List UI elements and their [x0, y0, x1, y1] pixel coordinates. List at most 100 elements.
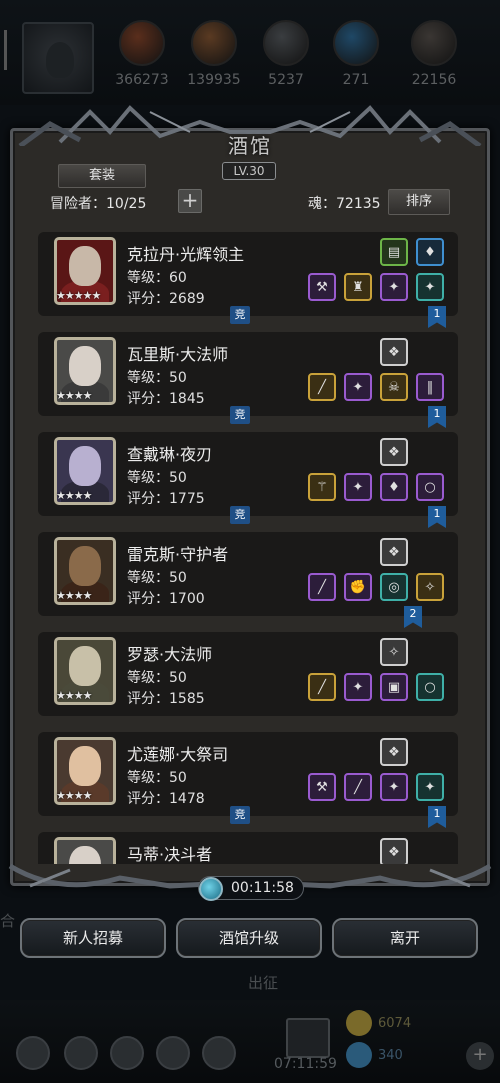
hero-name: 雷克斯·守护者 — [127, 545, 229, 564]
count-ribbon-badge: 1 — [428, 506, 446, 528]
equipment-slot[interactable]: ❖ — [380, 838, 408, 864]
expedition-label: 出征 — [248, 974, 279, 992]
chest-icon[interactable] — [286, 1018, 330, 1058]
shuriken-icon: ✦ — [388, 279, 400, 295]
leave-button[interactable]: 离开 — [332, 918, 478, 958]
sword-icon: ╱ — [354, 779, 362, 795]
equipment-slot[interactable]: ✧ — [416, 573, 444, 601]
equipment-slot[interactable]: ☠ — [380, 373, 408, 401]
upgrade-tavern-button[interactable]: 酒馆升级 — [176, 918, 322, 958]
chest-timer: 07:11:59 — [274, 1056, 337, 1072]
equipment-slot[interactable]: ╱ — [308, 373, 336, 401]
hero-name: 罗瑟·大法师 — [127, 645, 213, 664]
equipment-slot[interactable]: ❖ — [380, 538, 408, 566]
leather-orb-icon — [191, 20, 237, 66]
equipment-slot[interactable]: ✦ — [416, 273, 444, 301]
recruit-button[interactable]: 新人招募 — [20, 918, 166, 958]
bracer-icon: ❖ — [388, 744, 400, 760]
equipment-slot[interactable]: ✦ — [380, 773, 408, 801]
hero-card[interactable]: ★★★★★ 克拉丹·光辉领主 等级：60 评分：2689 ▤ ♦ ⚒ ♜ ✦ ✦ — [38, 232, 458, 316]
hero-level: 等级：50 — [127, 570, 187, 586]
equipment-slot[interactable]: ♦ — [416, 238, 444, 266]
hero-card[interactable]: ★★★★ 查戴琳·夜刃 等级：50 评分：1775 ❖ ⚚ ✦ ♦ ○ — [38, 432, 458, 516]
hero-stars: ★★★★ — [56, 789, 92, 802]
hero-card[interactable]: ★★★★ 罗瑟·大法师 等级：50 评分：1585 ✧ ╱ ✦ ▣ ○ — [38, 632, 458, 716]
sort-button[interactable]: 排序 — [388, 189, 450, 215]
competition-badge: 竞 — [230, 506, 250, 524]
hero-card[interactable]: ★★★★ 尤莲娜·大祭司 等级：50 评分：1478 ❖ ⚒ ╱ ✦ ✦ — [38, 732, 458, 816]
resource-item: 5237 — [250, 20, 322, 88]
hero-card[interactable]: ★★★★ 雷克斯·守护者 等级：50 评分：1700 ❖ ╱ ✊ ◎ ✧ — [38, 532, 458, 616]
equipment-slot[interactable]: ✧ — [380, 638, 408, 666]
mace-icon: ⚒ — [316, 279, 328, 295]
nav-circle-icon[interactable] — [202, 1036, 236, 1070]
equipment-slot[interactable]: ♜ — [344, 273, 372, 301]
equipment-slot[interactable]: ⚒ — [308, 773, 336, 801]
count-ribbon-badge: 2 — [404, 606, 422, 628]
resource-item: 22156 — [398, 20, 470, 88]
hero-list[interactable]: ★★★★★ 克拉丹·光辉领主 等级：60 评分：2689 ▤ ♦ ⚒ ♜ ✦ ✦ 竞 1 ★★★★ 瓦里斯… — [38, 228, 458, 864]
equipment-slot[interactable]: ✊ — [344, 573, 372, 601]
gem-amount: 340 — [378, 1048, 403, 1063]
shuriken-icon: ✦ — [388, 779, 400, 795]
equipment-slot[interactable]: ✦ — [344, 473, 372, 501]
player-avatar[interactable] — [22, 22, 94, 94]
hero-card[interactable]: 马蒂·决斗者 ❖ — [38, 832, 458, 864]
hero-name: 查戴琳·夜刃 — [127, 445, 213, 464]
equipment-slot[interactable]: ✦ — [344, 373, 372, 401]
equipment-slot[interactable]: ✦ — [344, 673, 372, 701]
add-adventurer-slot-button[interactable]: + — [178, 189, 202, 213]
equipment-slot[interactable]: ⚒ — [308, 273, 336, 301]
hero-face-icon — [69, 546, 101, 586]
equipment-slot[interactable]: ○ — [416, 673, 444, 701]
equipment-slot[interactable]: ✦ — [416, 773, 444, 801]
equipment-slot[interactable]: ╱ — [308, 573, 336, 601]
hero-stars: ★★★★ — [56, 489, 92, 502]
count-ribbon-badge: 1 — [428, 306, 446, 328]
gold-coin-icon — [346, 1010, 372, 1036]
equipment-slot[interactable]: ╱ — [344, 773, 372, 801]
hero-card[interactable]: ★★★★ 瓦里斯·大法师 等级：50 评分：1845 ❖ ╱ ✦ ☠ ‖ — [38, 332, 458, 416]
resource-value: 139935 — [187, 72, 241, 88]
resource-value: 5237 — [268, 72, 304, 88]
equipment-slot[interactable]: ▣ — [380, 673, 408, 701]
hero-portrait[interactable] — [54, 837, 116, 864]
potion-icon: ♦ — [424, 244, 436, 260]
ore-orb-icon — [411, 20, 457, 66]
equipment-slot[interactable]: ❖ — [380, 338, 408, 366]
gem-icon — [346, 1042, 372, 1068]
hero-name: 马蒂·决斗者 — [127, 845, 213, 864]
shuriken-icon: ✦ — [424, 279, 436, 295]
scroll-icon: ▤ — [387, 244, 401, 260]
equipment-slot[interactable]: ‖ — [416, 373, 444, 401]
equipment-slot[interactable]: ✦ — [380, 273, 408, 301]
hero-stars: ★★★★★ — [56, 289, 101, 302]
hero-level: 等级：50 — [127, 670, 187, 686]
competition-badge: 竞 — [230, 306, 250, 324]
equipment-slot[interactable]: ○ — [416, 473, 444, 501]
equipment-slot[interactable]: ⚚ — [308, 473, 336, 501]
equipment-slot[interactable]: ◎ — [380, 573, 408, 601]
bracer-icon: ❖ — [388, 444, 400, 460]
add-currency-button[interactable]: + — [466, 1042, 494, 1070]
hero-level: 等级：50 — [127, 470, 187, 486]
equipment-slot[interactable]: ♦ — [380, 473, 408, 501]
gold-amount: 6074 — [378, 1016, 412, 1031]
equipment-slot[interactable]: ╱ — [308, 673, 336, 701]
outfit-tab[interactable]: 套装 — [58, 164, 146, 188]
equipment-slot[interactable]: ❖ — [380, 438, 408, 466]
hammer-icon: ⚒ — [316, 779, 328, 795]
nav-circle-icon[interactable] — [110, 1036, 144, 1070]
equipment-slot[interactable]: ❖ — [380, 738, 408, 766]
bracer-icon: ❖ — [388, 344, 400, 360]
nav-circle-icon[interactable] — [16, 1036, 50, 1070]
timer-text: 00:11:58 — [231, 880, 294, 896]
hero-score: 评分：1700 — [127, 591, 205, 607]
nav-circle-icon[interactable] — [156, 1036, 190, 1070]
nav-circle-icon[interactable] — [64, 1036, 98, 1070]
hero-face-icon — [69, 446, 101, 486]
equipment-slot[interactable]: ▤ — [380, 238, 408, 266]
side-indicator — [4, 30, 7, 70]
hero-level: 等级：50 — [127, 770, 187, 786]
hero-stars: ★★★★ — [56, 389, 92, 402]
